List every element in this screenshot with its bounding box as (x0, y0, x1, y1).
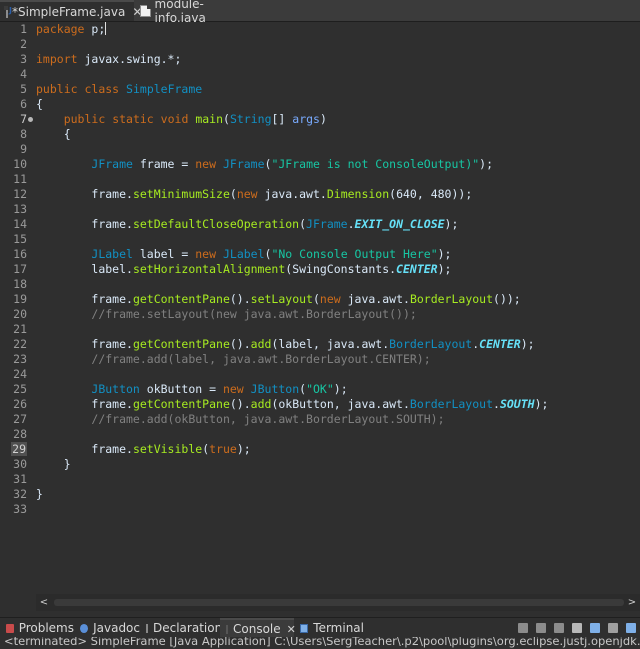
line-number: 30 (13, 457, 27, 471)
code-line[interactable]: JLabel label = new JLabel("No Console Ou… (36, 247, 451, 262)
stop-icon[interactable] (518, 623, 528, 633)
remove-launch-icon[interactable] (536, 623, 546, 633)
line-number: 19 (13, 292, 27, 306)
line-number: 20 (13, 307, 27, 321)
line-number: 32 (13, 487, 27, 501)
terminal-icon (300, 623, 309, 633)
view-tab-bar: Problems Javadoc Declaration Console ✕ T… (0, 617, 640, 638)
java-file-icon (4, 5, 12, 18)
line-number: 5 (20, 82, 27, 96)
editor-tab-bar: *SimpleFrame.java ✕ module-info.java (0, 0, 640, 25)
line-number: 14 (13, 217, 27, 231)
tab-label: *SimpleFrame.java (12, 4, 126, 19)
line-number: 7 (20, 112, 27, 126)
java-file-icon (140, 4, 151, 17)
tab-label: Problems (18, 621, 74, 635)
code-line[interactable]: } (36, 487, 43, 502)
code-line[interactable]: { (36, 97, 43, 112)
line-number: 12 (13, 187, 27, 201)
code-line[interactable]: } (36, 457, 71, 472)
line-number: 17 (13, 262, 27, 276)
javadoc-icon (80, 623, 89, 633)
tab-label: Console (233, 622, 281, 636)
tab-label: Declaration (153, 621, 223, 635)
scroll-left-icon[interactable]: < (36, 594, 52, 611)
line-number: 18 (13, 277, 27, 291)
line-number: 6 (20, 97, 27, 111)
code-line[interactable]: { (36, 127, 71, 142)
line-number-current: 29 (0, 442, 27, 457)
tab-problems[interactable]: Problems (0, 618, 74, 638)
scrollbar-thumb[interactable] (54, 599, 624, 606)
console-icon (226, 624, 228, 634)
tab-label: Terminal (313, 621, 364, 635)
code-line[interactable]: label.setHorizontalAlignment(SwingConsta… (36, 262, 451, 277)
line-number: 29 (11, 442, 27, 456)
code-line[interactable]: public class SimpleFrame (36, 82, 202, 97)
breakpoint-marker-icon[interactable] (28, 117, 33, 122)
line-number: 22 (13, 337, 27, 351)
code-line[interactable]: //frame.add(okButton, java.awt.BorderLay… (36, 412, 444, 427)
code-line[interactable]: public static void main(String[] args) (36, 112, 327, 127)
scroll-right-icon[interactable]: > (624, 594, 640, 611)
line-number: 2 (20, 37, 27, 51)
tab-label: Javadoc (93, 621, 140, 635)
problems-icon (6, 623, 14, 633)
line-number: 27 (13, 412, 27, 426)
console-output[interactable]: <terminated> SimpleFrame [Java Applicati… (0, 637, 640, 649)
line-number: 1 (20, 22, 27, 36)
code-line[interactable]: package p; (36, 22, 107, 37)
code-line[interactable]: //frame.setLayout(new java.awt.BorderLay… (36, 307, 416, 322)
line-number: 21 (13, 322, 27, 336)
line-number: 4 (20, 67, 27, 81)
line-number: 15 (13, 232, 27, 246)
code-line[interactable]: frame.setDefaultCloseOperation(JFrame.EX… (36, 217, 458, 232)
code-line[interactable]: frame.getContentPane().add(label, java.a… (36, 337, 534, 352)
code-line[interactable]: frame.getContentPane().add(okButton, jav… (36, 397, 548, 412)
word-wrap-icon[interactable] (608, 623, 618, 633)
line-number: 3 (20, 52, 27, 66)
line-number: 13 (13, 202, 27, 216)
code-line[interactable]: frame.setMinimumSize(new java.awt.Dimens… (36, 187, 472, 202)
tab-module-info-java[interactable]: module-info.java (134, 0, 250, 25)
line-number: 16 (13, 247, 27, 261)
tab-declaration[interactable]: Declaration (140, 618, 223, 638)
line-number: 31 (13, 472, 27, 486)
line-number: 26 (13, 397, 27, 411)
line-number: 28 (13, 427, 27, 441)
line-number: 25 (13, 382, 27, 396)
tab-terminal[interactable]: Terminal (294, 618, 364, 638)
line-number: 10 (13, 157, 27, 171)
declaration-icon (146, 623, 148, 633)
code-line[interactable]: frame.getContentPane().setLayout(new jav… (36, 292, 520, 307)
line-number: 11 (13, 172, 27, 186)
line-number-gutter: 1 2 3 4 5 6 7 8 9 10 11 12 13 14 15 16 1… (0, 22, 33, 596)
code-editor[interactable]: 1 2 3 4 5 6 7 8 9 10 11 12 13 14 15 16 1… (0, 22, 640, 596)
console-text: <terminated> SimpleFrame [Java Applicati… (4, 637, 640, 648)
code-line[interactable]: import javax.swing.*; (36, 52, 181, 67)
tab-console[interactable]: Console ✕ (220, 618, 296, 638)
text-caret (105, 22, 107, 35)
line-number: 24 (13, 367, 27, 381)
line-number: 8 (20, 127, 27, 141)
code-line[interactable]: frame.setVisible(true); (36, 442, 250, 457)
pin-console-icon[interactable] (626, 623, 636, 633)
code-line[interactable]: JFrame frame = new JFrame("JFrame is not… (36, 157, 493, 172)
line-number: 33 (13, 502, 27, 516)
tab-simpleframe-java[interactable]: *SimpleFrame.java ✕ (0, 0, 142, 21)
code-line[interactable]: //frame.add(label, java.awt.BorderLayout… (36, 352, 430, 367)
clear-console-icon[interactable] (572, 623, 582, 633)
horizontal-scrollbar[interactable]: < > (36, 594, 640, 611)
tab-label: module-info.java (154, 0, 206, 25)
remove-all-icon[interactable] (554, 623, 564, 633)
tab-javadoc[interactable]: Javadoc (74, 618, 140, 638)
line-number: 23 (13, 352, 27, 366)
view-toolbar (514, 618, 640, 638)
line-number: 9 (20, 142, 27, 156)
scroll-lock-icon[interactable] (590, 623, 600, 633)
code-line[interactable]: JButton okButton = new JButton("OK"); (36, 382, 347, 397)
